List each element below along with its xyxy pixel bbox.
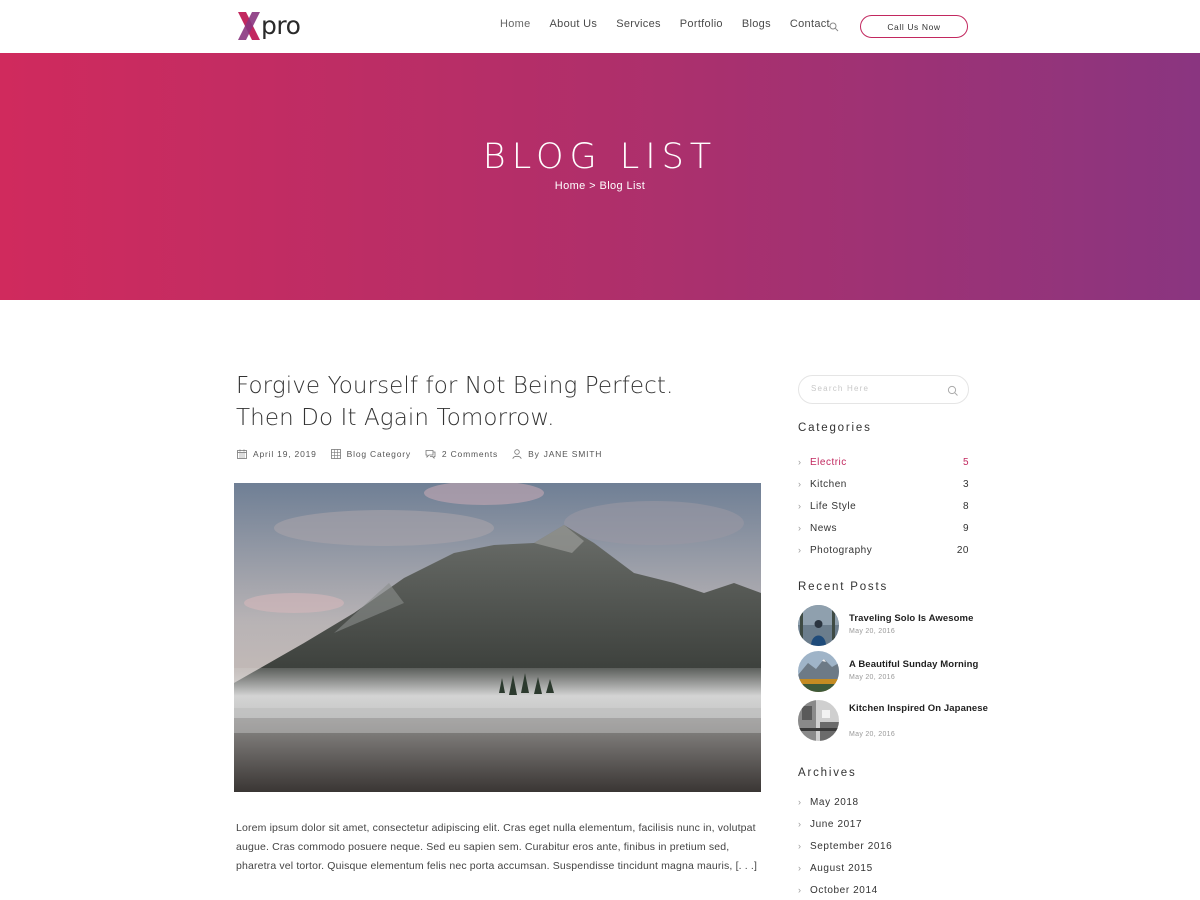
category-count: 5 <box>962 456 969 468</box>
breadcrumb: Home > Blog List <box>0 180 1200 192</box>
hero-banner: BLOG LIST Home > Blog List <box>0 53 1200 300</box>
nav-services[interactable]: Services <box>616 18 661 30</box>
category-name: Life Style <box>810 500 857 512</box>
archive-item[interactable]: › June 2017 <box>798 813 969 835</box>
recent-post-title: Kitchen Inspired On Japanese <box>849 703 989 714</box>
logo-text: pro <box>261 11 301 40</box>
archives-title: Archives <box>798 767 857 779</box>
recent-post-item[interactable]: Kitchen Inspired On Japanese May 20, 201… <box>798 700 988 742</box>
comment-icon <box>425 450 436 459</box>
nav-portfolio[interactable]: Portfolio <box>680 18 723 30</box>
category-item-kitchen[interactable]: › Kitchen 3 <box>798 473 969 495</box>
chevron-right-icon: › <box>798 885 802 895</box>
category-name: Electric <box>810 456 847 468</box>
category-name: Photography <box>810 544 873 556</box>
recent-post-title: Traveling Solo Is Awesome <box>849 613 974 624</box>
recent-post-date: May 20, 2016 <box>849 674 896 681</box>
post-date-text: April 19, 2019 <box>253 449 317 459</box>
main-nav: Home About Us Services Portfolio Blogs C… <box>500 18 849 30</box>
recent-post-title: A Beautiful Sunday Morning <box>849 659 979 670</box>
page-title: BLOG LIST <box>482 137 718 177</box>
search-input[interactable] <box>811 384 941 393</box>
logo-x-mark <box>238 12 260 40</box>
archive-item[interactable]: › September 2016 <box>798 835 969 857</box>
breadcrumb-current: Blog List <box>599 180 646 192</box>
nav-contact[interactable]: Contact <box>790 18 830 30</box>
category-count: 3 <box>962 478 969 490</box>
chevron-right-icon: › <box>798 479 802 489</box>
post-author[interactable]: By JANE SMITH <box>512 449 602 459</box>
category-count: 8 <box>962 500 969 512</box>
category-item-news[interactable]: › News 9 <box>798 517 969 539</box>
categories-list: › Electric 5 › Kitchen 3 › Life Style 8 … <box>798 451 969 561</box>
recent-post-date: May 20, 2016 <box>849 731 896 738</box>
category-name: Kitchen <box>810 478 847 490</box>
category-item-photography[interactable]: › Photography 20 <box>798 539 969 561</box>
post-category[interactable]: Blog Category <box>330 449 411 459</box>
recent-post-date: May 20, 2016 <box>849 628 896 635</box>
mountain-lake-image <box>234 483 761 792</box>
breadcrumb-separator: > <box>589 180 596 192</box>
chevron-right-icon: › <box>798 797 802 807</box>
site-header: pro Home About Us Services Portfolio Blo… <box>0 0 1200 53</box>
chevron-right-icon: › <box>798 501 802 511</box>
search-icon[interactable] <box>947 385 959 397</box>
archive-label: August 2015 <box>810 862 873 874</box>
search-icon[interactable] <box>829 22 839 32</box>
sidebar-search <box>798 375 969 404</box>
archive-label: September 2016 <box>810 840 893 852</box>
post-comments-text: 2 Comments <box>441 449 499 459</box>
category-count: 20 <box>956 544 969 556</box>
archive-item[interactable]: › October 2014 <box>798 879 969 900</box>
category-item-life-style[interactable]: › Life Style 8 <box>798 495 969 517</box>
chevron-right-icon: › <box>798 545 802 555</box>
categories-title: Categories <box>798 422 872 434</box>
calendar-icon <box>237 449 247 459</box>
chevron-right-icon: › <box>798 457 802 467</box>
chevron-right-icon: › <box>798 523 802 533</box>
recent-post-thumbnail <box>798 700 839 741</box>
grid-icon <box>330 449 341 459</box>
post-title-line-2: Then Do It Again Tomorrow. <box>236 405 555 431</box>
recent-post-thumbnail <box>798 651 839 692</box>
archive-label: May 2018 <box>810 796 859 808</box>
nav-about-us[interactable]: About Us <box>550 18 598 30</box>
breadcrumb-home[interactable]: Home <box>555 180 586 192</box>
post-author-name: JANE SMITH <box>543 449 603 459</box>
nav-blogs[interactable]: Blogs <box>742 18 771 30</box>
post-date: April 19, 2019 <box>237 449 317 459</box>
recent-post-thumbnail <box>798 605 839 646</box>
archive-label: October 2014 <box>810 884 878 896</box>
recent-post-item[interactable]: Traveling Solo Is Awesome May 20, 2016 <box>798 605 988 647</box>
post-featured-image[interactable] <box>234 483 761 792</box>
chevron-right-icon: › <box>798 841 802 851</box>
category-item-electric[interactable]: › Electric 5 <box>798 451 969 473</box>
call-us-button[interactable]: Call Us Now <box>860 15 968 38</box>
chevron-right-icon: › <box>798 819 802 829</box>
nav-home[interactable]: Home <box>500 18 531 30</box>
recent-post-item[interactable]: A Beautiful Sunday Morning May 20, 2016 <box>798 651 988 693</box>
post-title[interactable]: Forgive Yourself for Not Being Perfect. … <box>236 370 756 434</box>
category-count: 9 <box>962 522 969 534</box>
archive-item[interactable]: › August 2015 <box>798 857 969 879</box>
chevron-right-icon: › <box>798 863 802 873</box>
kitchen-image <box>798 700 839 741</box>
site-logo[interactable]: pro <box>236 10 306 44</box>
post-comments[interactable]: 2 Comments <box>425 449 498 459</box>
post-author-prefix: By <box>528 449 540 459</box>
category-name: News <box>810 522 838 534</box>
archive-label: June 2017 <box>810 818 863 830</box>
traveler-image <box>798 605 839 646</box>
user-icon <box>512 449 522 459</box>
post-title-line-1: Forgive Yourself for Not Being Perfect. <box>236 373 674 399</box>
post-excerpt: Lorem ipsum dolor sit amet, consectetur … <box>236 822 758 872</box>
recent-posts-title: Recent Posts <box>798 581 888 593</box>
post-category-text: Blog Category <box>346 449 411 459</box>
archives-list: › May 2018 › June 2017 › September 2016 … <box>798 791 969 900</box>
post-meta: April 19, 2019 Blog Category 2 Comments … <box>237 449 616 459</box>
autumn-mountains-image <box>798 651 839 692</box>
archive-item[interactable]: › May 2018 <box>798 791 969 813</box>
